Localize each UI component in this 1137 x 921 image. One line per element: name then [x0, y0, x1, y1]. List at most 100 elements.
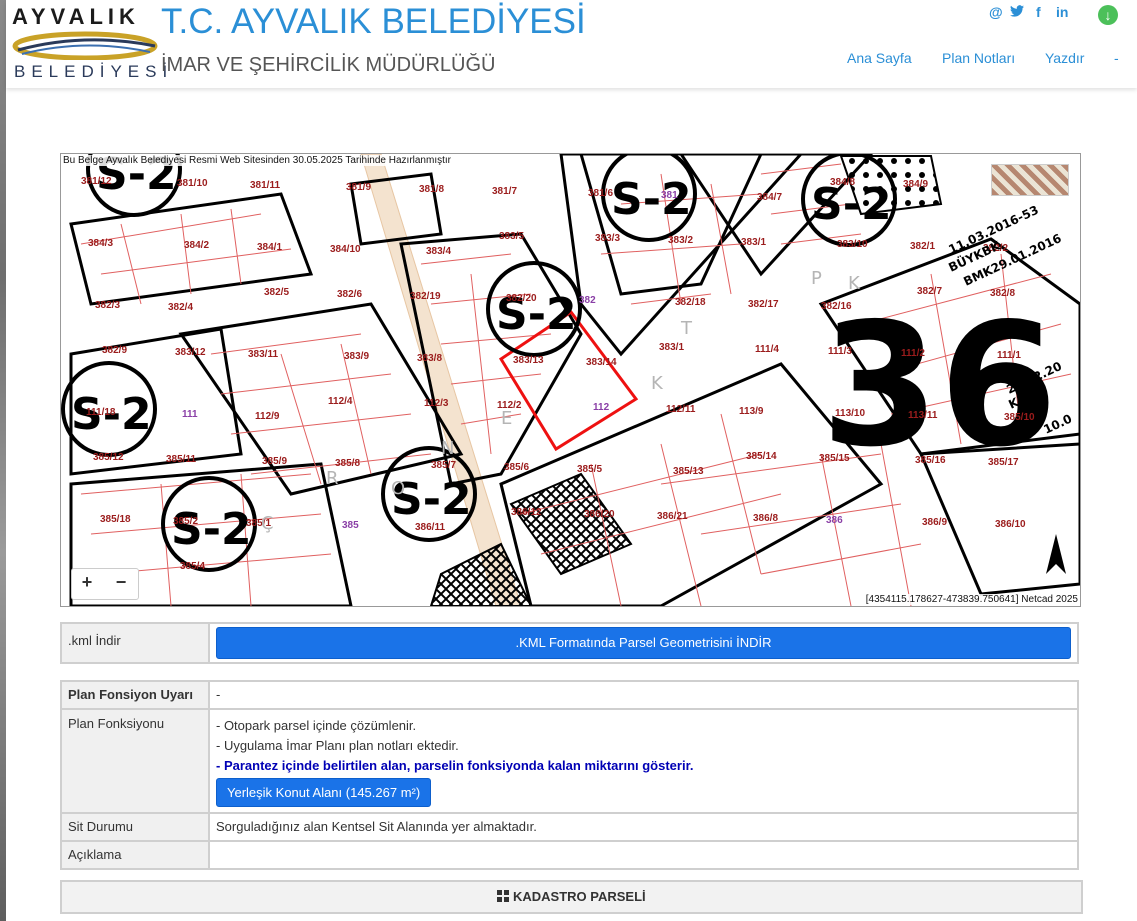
map-coordinates: [4354115.178627-473839.750641] Netcad 20… — [865, 594, 1078, 605]
street-letter: T — [680, 318, 693, 339]
logo-top-text: AYVALIK — [12, 4, 140, 29]
parcel-label: 386/11 — [415, 522, 445, 533]
parcel-label: 385/16 — [915, 455, 946, 466]
parcel-label: 383/4 — [426, 246, 451, 257]
page-title: T.C. AYVALIK BELEDİYESİ — [161, 2, 586, 41]
parcel-label: 384/3 — [88, 238, 113, 249]
parcel-label: 383/1 — [659, 342, 684, 353]
zone-label: S-2 — [171, 504, 252, 555]
parcel-label: 381/12 — [81, 176, 112, 187]
parcel-label: 111/4 — [755, 344, 779, 355]
parcel-label: 112 — [593, 402, 610, 413]
sit-value: Sorguladığınız alan Kentsel Sit Alanında… — [208, 812, 1079, 842]
parcel-label: 385/12 — [93, 452, 124, 463]
parcel-label: 385/8 — [335, 458, 360, 469]
parcel-label: 384/8 — [830, 177, 855, 188]
download-icon[interactable]: ↓ — [1098, 5, 1118, 25]
parcel-label: 382/16 — [821, 301, 852, 312]
street-letter: Ç — [261, 513, 274, 534]
parcel-label: 385/2 — [173, 516, 198, 527]
parcel-label: 385/5 — [577, 464, 602, 475]
parcel-label: 382/3 — [95, 300, 120, 311]
parcel-label: 386/21 — [657, 511, 688, 522]
parcel-label: 385/15 — [819, 453, 850, 464]
parcel-label: 384/9 — [903, 179, 928, 190]
parcel-label: 385 — [342, 520, 359, 531]
nav-plan-notlari[interactable]: Plan Notları — [942, 50, 1015, 66]
parcel-label: 385/18 — [100, 514, 131, 525]
parcel-label: 383/9 — [344, 351, 369, 362]
parcel-label: 112/4 — [328, 396, 353, 407]
street-letter: O — [391, 478, 405, 499]
parcel-label: 383/10 — [837, 239, 868, 250]
page-subtitle: İMAR VE ŞEHİRCİLİK MÜDÜRLÜĞÜ — [161, 54, 496, 76]
parcel-label: 381/6 — [588, 188, 613, 199]
parcel-label: 382/5 — [264, 287, 289, 298]
kadastro-header: KADASTRO PARSELİ — [60, 880, 1083, 914]
parcel-label: 382/20 — [506, 293, 537, 304]
parcel-label: 113/11 — [908, 410, 938, 421]
plan-function-line-2: - Uygulama İmar Planı plan notları ekted… — [216, 738, 459, 753]
parcel-label: 385/10 — [1004, 412, 1035, 423]
parcel-label: 386/10 — [995, 519, 1026, 530]
page: AYVALIK BELEDİYESİ T.C. AYVALIK BELEDİYE… — [6, 0, 1137, 921]
linkedin-icon[interactable]: in — [1056, 4, 1068, 20]
parcel-label: 383/11 — [248, 349, 278, 360]
residential-area-button[interactable]: Yerleşik Konut Alanı (145.267 m²) — [216, 778, 432, 807]
parcel-label: 386/12 — [511, 507, 542, 518]
street-letter: R — [326, 468, 339, 489]
parcel-label: 385/6 — [504, 462, 529, 473]
parcel-map[interactable]: 36 S-2 S-2 S-2 S-2 S-2 S-2 S-2 381/12 381/10 381… — [60, 153, 1081, 607]
nav-more[interactable]: - — [1114, 50, 1119, 66]
parcel-label: 385/7 — [431, 460, 456, 471]
parcel-label: 381 — [661, 190, 678, 201]
street-letter: P — [811, 268, 822, 289]
parcel-label: 111/3 — [828, 346, 852, 357]
zoom-out-button[interactable]: − — [110, 572, 132, 593]
email-icon[interactable]: @ — [989, 4, 1003, 20]
layer-switcher[interactable] — [991, 164, 1069, 196]
parcel-label: 111/18 — [86, 407, 116, 418]
parcel-label: 383/5 — [499, 231, 524, 242]
parcel-label: 386 — [826, 515, 843, 526]
parcel-label: 382/19 — [410, 291, 441, 302]
ayvalik-logo[interactable]: AYVALIK BELEDİYESİ — [10, 4, 167, 84]
parcel-label: 381/7 — [492, 186, 517, 197]
parcel-label: 385/17 — [988, 457, 1019, 468]
twitter-icon[interactable] — [1010, 4, 1024, 20]
logo-bottom-text: BELEDİYESİ — [14, 62, 174, 81]
description-label: Açıklama — [60, 840, 210, 870]
plan-table: Plan Fonsiyon Uyarı - Plan Fonksiyonu - … — [60, 680, 1079, 870]
parcel-label: 112/9 — [255, 411, 280, 422]
parcel-label: 382/9 — [102, 345, 127, 356]
nav-yazdir[interactable]: Yazdır — [1045, 50, 1084, 66]
parcel-label: 385/4 — [180, 561, 205, 572]
street-letter: K — [651, 373, 664, 394]
plan-warning-value: - — [208, 680, 1079, 710]
parcel-label: 112/11 — [666, 404, 696, 415]
plan-function-label: Plan Fonksiyonu — [60, 708, 210, 814]
parcel-label: 386/9 — [922, 517, 947, 528]
parcel-label: 112/3 — [424, 398, 449, 409]
parcel-label: 111/1 — [997, 350, 1021, 361]
parcel-label: 384/7 — [757, 192, 782, 203]
parcel-label: 382/1 — [910, 241, 935, 252]
parcel-label: 382 — [579, 295, 596, 306]
parcel-label: 383/13 — [513, 355, 544, 366]
street-letter: E — [501, 408, 512, 429]
kadastro-title: KADASTRO PARSELİ — [512, 889, 646, 904]
zoom-in-button[interactable]: + — [76, 572, 98, 593]
kml-download-button[interactable]: .KML Formatında Parsel Geometrisini İNDİ… — [216, 627, 1071, 659]
facebook-icon[interactable]: f — [1036, 4, 1041, 20]
parcel-label: 383/14 — [586, 357, 617, 368]
kml-label: .kml İndir — [60, 622, 210, 664]
parcel-label: 382/6 — [337, 289, 362, 300]
header: AYVALIK BELEDİYESİ T.C. AYVALIK BELEDİYE… — [6, 0, 1137, 88]
map-canvas[interactable]: 36 S-2 S-2 S-2S-2S-2S-2S-2 381/12 381/10 381… — [61, 154, 1080, 606]
parcel-label: 384/2 — [184, 240, 209, 251]
plan-warning-label: Plan Fonsiyon Uyarı — [60, 680, 210, 710]
nav-ana-sayfa[interactable]: Ana Sayfa — [847, 50, 912, 66]
parcel-label: 383/12 — [175, 347, 206, 358]
parcel-label: 381/11 — [250, 180, 280, 191]
parcel-label: 381/8 — [419, 184, 444, 195]
